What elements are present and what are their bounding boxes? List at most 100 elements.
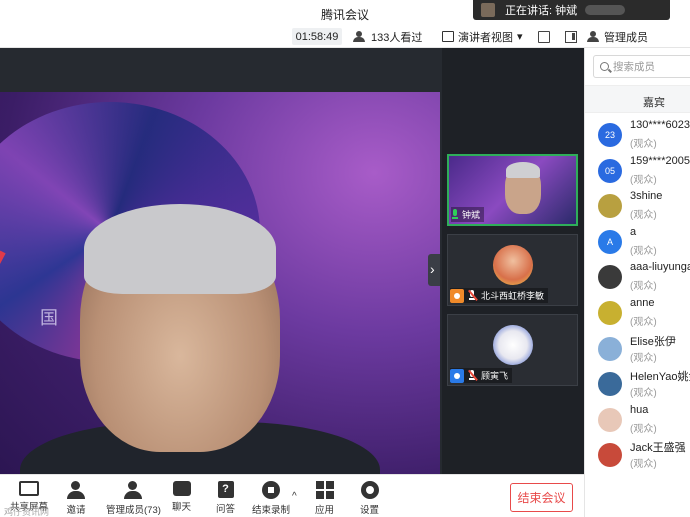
layout-icon <box>442 31 454 42</box>
search-input[interactable]: 搜索成员 <box>593 55 690 78</box>
invite-button[interactable]: 邀请 <box>66 481 86 516</box>
member-role: (观众) <box>630 281 657 293</box>
member-list-item[interactable]: HelenYao姚金 (观众) <box>585 367 690 403</box>
member-avatar: 23 <box>598 123 622 147</box>
stop-recording-button[interactable]: 结束录制 <box>252 481 290 516</box>
mic-muted-icon <box>467 290 478 301</box>
collapse-thumbnails-handle[interactable] <box>428 254 440 286</box>
settings-label: 设置 <box>360 505 380 516</box>
members-panel: 搜索成员 嘉宾 23 130****6023 (观众) 05 159****2005 (观… <box>584 48 690 517</box>
thumbnail-label: 北斗西虹桥李敏 <box>450 288 549 303</box>
chevron-up-icon[interactable]: ^ <box>292 491 297 502</box>
member-name: hua <box>630 403 649 416</box>
member-role: (观众) <box>630 423 657 435</box>
bottom-toolbar: 共享屏幕 邀请 管理成员(73) 聊天 ? 问答 结束录制 ^ 应用 设置 结束… <box>0 474 584 517</box>
qa-button[interactable]: ? 问答 <box>216 481 235 515</box>
member-list-item[interactable]: Jack王盛强 (观众) <box>585 438 690 474</box>
settings-button[interactable]: 设置 <box>360 481 379 516</box>
invite-label: 邀请 <box>66 505 86 516</box>
fullscreen-icon[interactable] <box>538 31 550 43</box>
user-icon <box>450 368 464 383</box>
member-list-item[interactable]: Elise张伊 (观众) <box>585 332 690 368</box>
member-name: 3shine <box>630 190 663 203</box>
member-role: (观众) <box>630 459 657 471</box>
speaking-text: 正在讲话: 钟斌 <box>505 5 578 17</box>
search-placeholder: 搜索成员 <box>613 61 655 73</box>
member-list-item[interactable]: anne (观众) <box>585 296 690 332</box>
record-stop-icon <box>262 481 280 499</box>
tab-guests[interactable]: 嘉宾 <box>585 85 690 113</box>
member-name: HelenYao姚金 <box>630 371 690 384</box>
member-role: (观众) <box>630 352 657 364</box>
apps-button[interactable]: 应用 <box>315 481 334 516</box>
member-avatar: 05 <box>598 158 622 183</box>
chevron-down-icon: ▾ <box>517 31 523 43</box>
member-avatar <box>598 336 622 361</box>
people-icon <box>353 31 366 42</box>
members-list: 23 130****6023 (观众) 05 159****2005 (观众) 3shine… <box>585 118 690 474</box>
thumbnail-participant[interactable]: 北斗西虹桥李敏 <box>447 234 578 306</box>
presenter-view-dropdown[interactable]: 演讲者视图 ▾ <box>442 28 523 45</box>
main-stage: 国 际 👍 275 <box>0 48 442 497</box>
members-icon <box>123 481 143 499</box>
member-list-item[interactable]: aaa-liuyunga (观众) <box>585 260 690 296</box>
member-avatar <box>598 300 622 325</box>
meeting-window: 腾讯会议 正在讲话: 钟斌 01:58:49 133人看过 演讲者视图 ▾ 管理… <box>0 0 690 517</box>
manage-members-button[interactable]: 管理成员(73) <box>106 481 161 516</box>
participant-avatar <box>493 245 533 285</box>
add-user-icon <box>66 481 86 499</box>
presenter-view-label: 演讲者视图 <box>458 31 513 44</box>
thumbnail-label: 顾寅飞 <box>450 368 513 383</box>
side-panel-toggle-icon[interactable] <box>565 31 577 43</box>
question-icon: ? <box>217 481 234 498</box>
member-name: Jack王盛强 <box>630 442 686 455</box>
participant-avatar <box>493 325 533 365</box>
manage-members-top-button[interactable]: 管理成员 <box>587 28 648 45</box>
member-list-item[interactable]: Aa (观众) <box>585 225 690 261</box>
watermark: 鸡仔资讯网 <box>4 507 50 517</box>
member-role: (观众) <box>630 174 657 186</box>
thumbnail-participant[interactable]: 顾寅飞 <box>447 314 578 386</box>
member-list-item[interactable]: hua (观众) <box>585 403 690 439</box>
stop-recording-label: 结束录制 <box>252 505 291 516</box>
member-avatar <box>598 265 622 290</box>
member-name: aaa-liuyunga <box>630 261 690 274</box>
apps-icon <box>315 481 334 499</box>
end-meeting-button[interactable]: 结束会议 <box>510 483 573 512</box>
member-avatar <box>598 372 622 397</box>
member-name: a <box>630 225 637 238</box>
speaker-avatar <box>481 3 495 17</box>
thumbnail-name: 顾寅飞 <box>481 371 509 381</box>
qa-label: 问答 <box>216 504 236 515</box>
chat-label: 聊天 <box>172 502 192 513</box>
apps-label: 应用 <box>315 505 335 516</box>
member-avatar <box>598 443 622 468</box>
screen-share-icon <box>19 481 39 496</box>
user-icon <box>450 288 464 303</box>
speaking-indicator: 正在讲话: 钟斌 <box>473 0 670 20</box>
manage-members-bottom-label: 管理成员(73) <box>106 505 161 516</box>
thumbnail-label: 钟斌 <box>451 207 485 222</box>
member-role: (观众) <box>630 316 657 328</box>
member-list-item[interactable]: 3shine (观众) <box>585 189 690 225</box>
member-role: (观众) <box>630 210 657 222</box>
viewers-button[interactable]: 133人看过 <box>353 28 422 45</box>
thumbnail-speaker[interactable]: 钟斌 <box>447 154 578 226</box>
search-icon <box>600 62 609 71</box>
thumbnail-name: 钟斌 <box>462 210 481 220</box>
audio-level-icon <box>585 5 626 15</box>
manage-members-label: 管理成员 <box>604 31 648 44</box>
member-role: (观众) <box>630 139 657 150</box>
main-video: 国 际 👍 275 <box>0 92 440 497</box>
member-name: 130****6023 <box>630 119 690 131</box>
member-name: 159****2005 <box>630 154 690 167</box>
person-icon <box>587 31 600 42</box>
chat-icon <box>172 481 191 496</box>
chat-button[interactable]: 聊天 <box>172 481 191 513</box>
gear-icon <box>360 481 379 499</box>
member-avatar: A <box>598 229 622 254</box>
member-list-item[interactable]: 23 130****6023 (观众) <box>585 118 690 154</box>
viewers-count: 133人看过 <box>371 31 423 44</box>
member-list-item[interactable]: 05 159****2005 (观众) <box>585 154 690 190</box>
member-role: (观众) <box>630 388 657 400</box>
